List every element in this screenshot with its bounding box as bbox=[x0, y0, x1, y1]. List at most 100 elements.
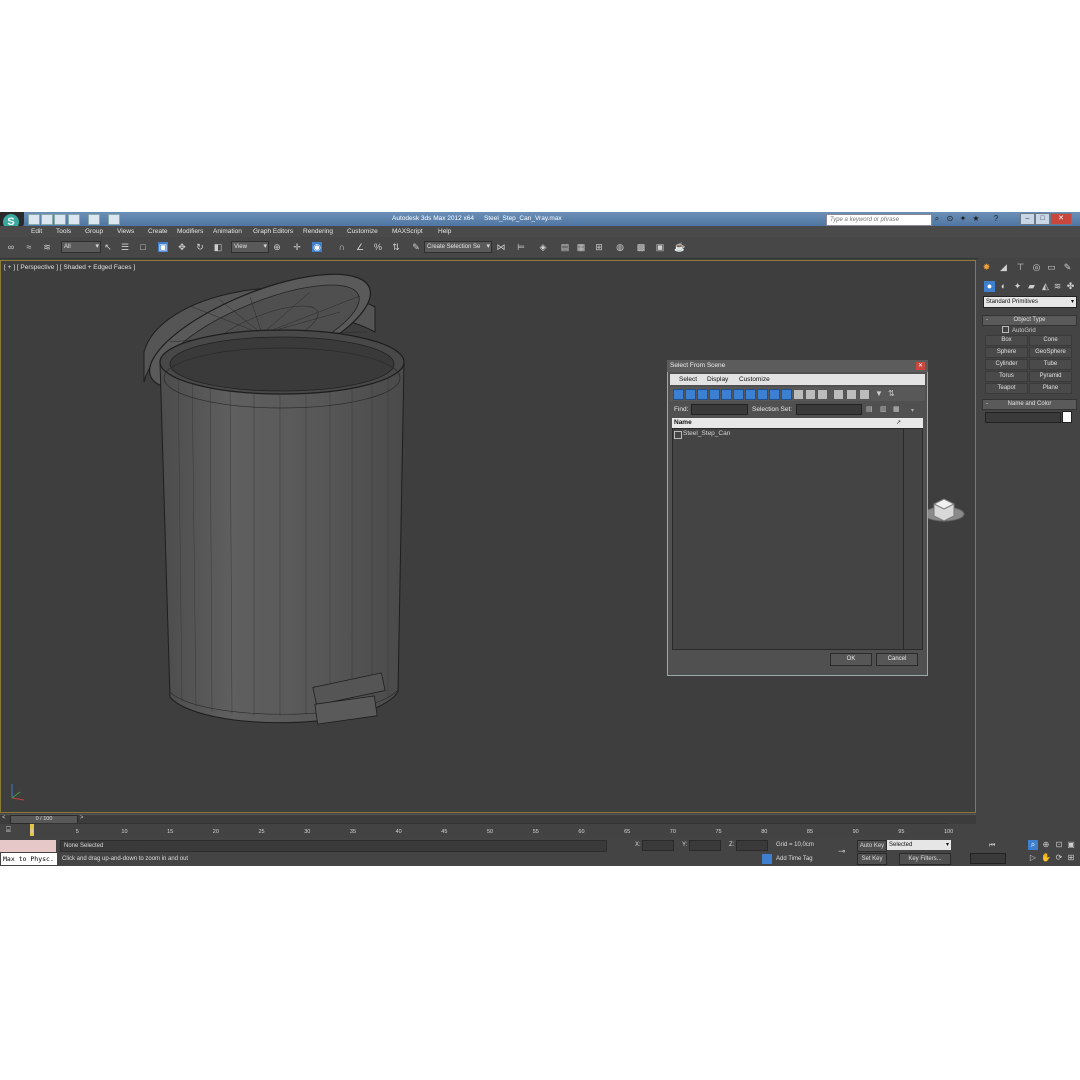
project-folder-icon[interactable] bbox=[108, 214, 120, 225]
filter-geometry-icon[interactable] bbox=[673, 389, 684, 400]
orbit-icon[interactable]: ⟳ bbox=[1054, 853, 1064, 863]
align-icon[interactable]: ⊨ bbox=[516, 242, 526, 252]
menu-help[interactable]: Help bbox=[438, 228, 451, 235]
modify-tab-icon[interactable]: ◢ bbox=[998, 262, 1009, 273]
save-file-icon[interactable] bbox=[54, 214, 66, 225]
select-manipulate-icon[interactable]: ✛ bbox=[292, 242, 302, 252]
pivot-center-icon[interactable]: ⊕ bbox=[272, 242, 282, 252]
list-item[interactable]: Steel_Step_Can bbox=[683, 430, 730, 437]
sort-icon[interactable]: ↗ bbox=[896, 419, 901, 426]
utilities-tab-icon[interactable]: ✎ bbox=[1062, 262, 1073, 273]
name-and-color-rollout[interactable]: Name and Color bbox=[982, 399, 1077, 410]
zoom-extents-all-icon[interactable]: ▣ bbox=[1066, 840, 1076, 850]
select-invert-icon[interactable] bbox=[859, 389, 870, 400]
create-tab-icon[interactable]: ✸ bbox=[981, 262, 992, 273]
bind-space-warp-icon[interactable]: ≋ bbox=[42, 242, 52, 252]
binoculars-icon[interactable]: ⌕ bbox=[933, 215, 941, 223]
zoom-extents-icon[interactable]: ⊡ bbox=[1054, 840, 1064, 850]
autogrid-checkbox[interactable]: AutoGrid bbox=[1002, 326, 1036, 334]
teapot-button[interactable]: Teapot bbox=[985, 383, 1028, 394]
rectangular-selection-icon[interactable]: □ bbox=[138, 242, 148, 252]
mini-curve-editor-icon[interactable]: ⌸ bbox=[6, 825, 11, 835]
dialog-menu-display[interactable]: Display bbox=[707, 376, 728, 383]
filter-funnel-icon[interactable]: ▼ bbox=[875, 389, 883, 398]
viewport-label[interactable]: [ + ] [ Perspective ] [ Shaded + Edged F… bbox=[4, 264, 135, 271]
curve-editor-icon[interactable]: ▦ bbox=[576, 242, 586, 252]
filter-cameras-icon[interactable] bbox=[709, 389, 720, 400]
primitive-category-dropdown[interactable]: Standard Primitives bbox=[983, 296, 1077, 308]
options-chevron-icon[interactable]: ▾ bbox=[911, 407, 914, 414]
dialog-menu-customize[interactable]: Customize bbox=[739, 376, 770, 383]
display-tab-icon[interactable]: ▭ bbox=[1046, 262, 1057, 273]
star-icon[interactable]: ★ bbox=[972, 215, 980, 223]
render-setup-icon[interactable]: ▩ bbox=[636, 242, 646, 252]
select-by-name-icon[interactable]: ☰ bbox=[120, 242, 130, 252]
filter-helpers-icon[interactable] bbox=[721, 389, 732, 400]
menu-edit[interactable]: Edit bbox=[31, 228, 42, 235]
filter-groups-icon[interactable] bbox=[745, 389, 756, 400]
space-warps-icon[interactable]: ≋ bbox=[1052, 281, 1063, 292]
menu-animation[interactable]: Animation bbox=[213, 228, 242, 235]
remove-from-set-icon[interactable]: ▦ bbox=[893, 405, 900, 413]
key-mode-dropdown[interactable]: Selected bbox=[887, 840, 951, 850]
menu-views[interactable]: Views bbox=[117, 228, 134, 235]
layer-manager-icon[interactable]: ◈ bbox=[538, 242, 548, 252]
render-production-icon[interactable]: ☕ bbox=[674, 242, 685, 252]
schematic-view-icon[interactable]: ⊞ bbox=[594, 242, 604, 252]
rotate-icon[interactable]: ↻ bbox=[195, 242, 205, 252]
spinner-snap-icon[interactable]: ⇅ bbox=[391, 242, 401, 252]
link-icon[interactable]: ∞ bbox=[6, 242, 16, 252]
display-all-icon[interactable] bbox=[817, 389, 828, 400]
menu-rendering[interactable]: Rendering bbox=[303, 228, 333, 235]
add-time-tag-icon[interactable] bbox=[762, 854, 772, 864]
sync-selection-icon[interactable]: ⇅ bbox=[888, 389, 895, 398]
torus-button[interactable]: Torus bbox=[985, 371, 1028, 382]
menu-modifiers[interactable]: Modifiers bbox=[177, 228, 203, 235]
filter-shapes-icon[interactable] bbox=[685, 389, 696, 400]
menu-create[interactable]: Create bbox=[148, 228, 168, 235]
filter-frozen-icon[interactable] bbox=[793, 389, 804, 400]
favorites-icon[interactable]: ✦ bbox=[959, 215, 967, 223]
cone-button[interactable]: Cone bbox=[1029, 335, 1072, 346]
dialog-menu-select[interactable]: Select bbox=[679, 376, 697, 383]
maxscript-listener-input[interactable]: Max to Physc. bbox=[0, 852, 58, 866]
auto-key-button[interactable]: Auto Key bbox=[857, 840, 887, 852]
reference-coordinate-dropdown[interactable]: View bbox=[231, 241, 269, 253]
named-selection-set-dropdown[interactable]: Create Selection Se bbox=[424, 241, 492, 253]
object-name-field[interactable] bbox=[985, 412, 1061, 423]
key-icon[interactable]: ⊸ bbox=[838, 846, 846, 857]
cameras-icon[interactable]: ▰ bbox=[1026, 281, 1037, 292]
filter-lights-icon[interactable] bbox=[697, 389, 708, 400]
ok-button[interactable]: OK bbox=[830, 653, 872, 666]
cancel-button[interactable]: Cancel bbox=[876, 653, 918, 666]
material-editor-icon[interactable]: ◍ bbox=[615, 242, 625, 252]
selection-filter-dropdown[interactable]: All bbox=[61, 241, 101, 253]
maxscript-listener-output[interactable] bbox=[0, 840, 56, 852]
motion-tab-icon[interactable]: ◎ bbox=[1031, 262, 1042, 273]
open-file-icon[interactable] bbox=[41, 214, 53, 225]
minimize-button[interactable]: – bbox=[1020, 213, 1035, 225]
pan-icon[interactable]: ✋ bbox=[1041, 853, 1051, 863]
scale-icon[interactable]: ◧ bbox=[213, 242, 223, 252]
tube-button[interactable]: Tube bbox=[1029, 359, 1072, 370]
move-icon[interactable]: ✥ bbox=[177, 242, 187, 252]
maximize-viewport-icon[interactable]: ⊞ bbox=[1066, 853, 1076, 863]
keyboard-shortcut-override-icon[interactable]: ◉ bbox=[312, 242, 322, 252]
graphite-toolbar-icon[interactable]: ▤ bbox=[560, 242, 570, 252]
snaps-toggle-icon[interactable]: ∩ bbox=[337, 242, 347, 252]
window-crossing-icon[interactable]: ▣ bbox=[158, 242, 168, 252]
menu-maxscript[interactable]: MAXScript bbox=[392, 228, 423, 235]
geosphere-button[interactable]: GeoSphere bbox=[1029, 347, 1072, 358]
set-key-button[interactable]: Set Key bbox=[857, 853, 887, 865]
add-to-set-icon[interactable]: ▥ bbox=[880, 405, 887, 413]
rendered-frame-window-icon[interactable]: ▣ bbox=[655, 242, 665, 252]
lights-icon[interactable]: ✦ bbox=[1012, 281, 1023, 292]
systems-icon[interactable]: ✤ bbox=[1065, 281, 1076, 292]
viewcube-icon[interactable] bbox=[922, 494, 966, 524]
sphere-button[interactable]: Sphere bbox=[985, 347, 1028, 358]
key-filters-button[interactable]: Key Filters... bbox=[899, 853, 951, 865]
helpers-icon[interactable]: ◭ bbox=[1040, 281, 1051, 292]
dialog-close-button[interactable]: ✕ bbox=[916, 362, 925, 370]
unlink-icon[interactable]: ≈ bbox=[24, 242, 34, 252]
geometry-icon[interactable]: ● bbox=[984, 281, 995, 292]
